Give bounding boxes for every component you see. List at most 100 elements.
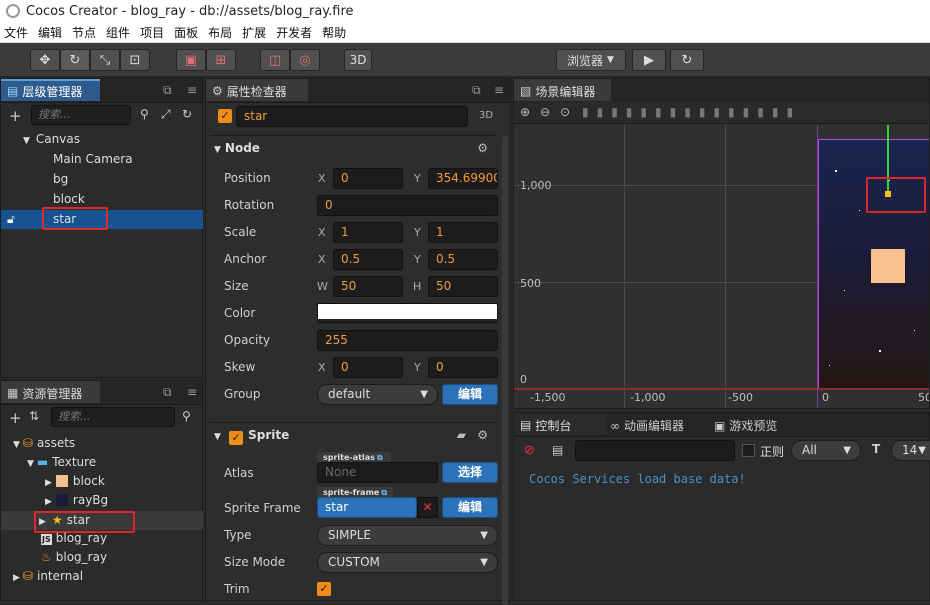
tab-hierarchy[interactable]: ▤ 层级管理器 <box>1 79 100 101</box>
menu-panel[interactable]: 面板 <box>174 24 198 41</box>
skew-x-input[interactable]: 0 <box>333 357 403 378</box>
menu-node[interactable]: 节点 <box>72 24 96 41</box>
panel-menu-icon[interactable]: ≡ <box>187 385 197 399</box>
inspector-scrollbar[interactable] <box>502 135 508 605</box>
refresh-icon[interactable]: ↻ <box>670 49 704 71</box>
menu-file[interactable]: 文件 <box>4 24 28 41</box>
panel-maximize-icon[interactable]: ⧉ <box>472 83 481 98</box>
trim-checkbox[interactable]: ✓ <box>317 582 331 596</box>
scene-viewport[interactable]: 1,000 500 0 -1,500 -1,000 -500 0 50 <box>514 125 929 408</box>
tab-game-preview[interactable]: ▣ 游戏预览 <box>714 415 777 437</box>
gear-icon[interactable]: ⚙ <box>477 423 488 447</box>
asset-blog-ray-scene[interactable]: ♨ blog_ray <box>41 548 107 567</box>
position-y-input[interactable]: 354.69900 <box>428 168 498 189</box>
tab-scene[interactable]: ▧ 场景编辑器 <box>514 79 611 101</box>
rotate-tool-icon[interactable]: ↻ <box>60 49 90 71</box>
rect-tool-icon[interactable]: ⊡ <box>120 49 150 71</box>
assets-search-input[interactable]: 搜索... <box>51 407 175 427</box>
book-icon[interactable]: ▰ <box>457 423 466 447</box>
block-sprite[interactable] <box>871 249 905 283</box>
search-icon[interactable]: ⚲ <box>140 107 149 121</box>
hierarchy-search-input[interactable]: 搜索... <box>31 105 131 125</box>
size-h-input[interactable]: 50 <box>428 276 498 297</box>
size-mode-select[interactable]: CUSTOM ▼ <box>317 552 498 573</box>
panel-maximize-icon[interactable]: ⧉ <box>163 385 172 400</box>
group-select[interactable]: default ▼ <box>317 384 438 405</box>
sprite-section-header[interactable]: ▼ ✓ Sprite ▰ ⚙ <box>210 422 496 446</box>
position-x-input[interactable]: 0 <box>333 168 403 189</box>
panel-menu-icon[interactable]: ≡ <box>187 83 197 97</box>
tree-item-main-camera[interactable]: Main Camera <box>53 150 133 169</box>
skew-y-input[interactable]: 0 <box>428 357 498 378</box>
external-link-icon[interactable]: ⧉ <box>381 488 387 497</box>
tab-console[interactable]: ▤ 控制台 <box>514 413 606 435</box>
zoom-in-icon[interactable]: ⊕ <box>520 105 530 119</box>
tree-item-bg[interactable]: bg <box>53 170 68 189</box>
toggle-3d-button[interactable]: 3D <box>344 49 372 71</box>
sprite-enabled-checkbox[interactable]: ✓ <box>229 431 244 445</box>
group-edit-button[interactable]: 编辑 <box>442 384 498 405</box>
refresh-icon[interactable]: ↻ <box>182 107 192 121</box>
type-select[interactable]: SIMPLE ▼ <box>317 525 498 546</box>
menu-edit[interactable]: 编辑 <box>38 24 62 41</box>
external-link-icon[interactable]: ⧉ <box>377 453 383 462</box>
asset-assets-folder[interactable]: ▼ ⛁ assets <box>13 434 75 453</box>
scale-x-input[interactable]: 1 <box>333 222 403 243</box>
clear-console-icon[interactable]: ⊘ <box>524 443 535 458</box>
node-name-input[interactable]: star <box>236 106 468 127</box>
sprite-frame-field[interactable]: star <box>317 497 417 518</box>
scale-y-input[interactable]: 1 <box>428 222 498 243</box>
menu-component[interactable]: 组件 <box>106 24 130 41</box>
sprite-frame-edit-button[interactable]: 编辑 <box>442 497 498 518</box>
tab-assets[interactable]: ▦ 资源管理器 <box>1 381 100 403</box>
sort-icon[interactable]: ⇅ <box>29 409 39 423</box>
asset-internal-folder[interactable]: ▶ ⛁ internal <box>13 567 83 586</box>
rotation-input[interactable]: 0 <box>317 195 498 216</box>
asset-raybg[interactable]: ▶ rayBg <box>45 491 108 510</box>
open-log-icon[interactable]: ▤ <box>552 443 563 457</box>
local-global-icon[interactable]: ⊞ <box>206 49 236 71</box>
pivot-icon[interactable]: ▣ <box>176 49 206 71</box>
anchor-x-input[interactable]: 0.5 <box>333 249 403 270</box>
asset-block[interactable]: ▶ block <box>45 472 105 491</box>
menu-project[interactable]: 项目 <box>140 24 164 41</box>
scale-tool-icon[interactable]: ⤡ <box>90 49 120 71</box>
log-level-select[interactable]: All ▼ <box>791 440 861 461</box>
zoom-out-icon[interactable]: ⊖ <box>540 105 550 119</box>
move-tool-icon[interactable]: ✥ <box>30 49 60 71</box>
unlock-icon[interactable]: 🔓︎ <box>7 210 15 229</box>
node-section-header[interactable]: ▼ Node ⚙ <box>210 135 496 159</box>
mode-3d-label[interactable]: 3D <box>479 110 493 121</box>
align-tools-icon[interactable]: ▮▮▮▮▮▮▮▮▮▮▮▮▮▮▮ <box>582 105 801 119</box>
play-icon[interactable]: ▶ <box>632 49 666 71</box>
add-node-icon[interactable]: + <box>9 107 22 125</box>
gizmo-icon[interactable]: ◎ <box>290 49 320 71</box>
atlas-asset-field[interactable]: None <box>317 462 438 483</box>
menu-help[interactable]: 帮助 <box>322 24 346 41</box>
node-active-checkbox[interactable]: ✓ <box>218 109 232 123</box>
menu-extension[interactable]: 扩展 <box>242 24 266 41</box>
anchor-y-input[interactable]: 0.5 <box>428 249 498 270</box>
clear-icon[interactable]: ✕ <box>417 497 438 518</box>
size-w-input[interactable]: 50 <box>333 276 403 297</box>
menu-developer[interactable]: 开发者 <box>276 24 312 41</box>
tab-inspector[interactable]: ⚙ 属性检查器 <box>206 79 308 101</box>
atlas-select-button[interactable]: 选择 <box>442 462 498 483</box>
opacity-input[interactable]: 255 <box>317 330 498 351</box>
tab-animation[interactable]: ∞ 动画编辑器 <box>610 415 684 437</box>
font-size-select[interactable]: 14 ▼ <box>891 440 930 461</box>
tree-item-canvas[interactable]: ▼ Canvas <box>23 130 80 149</box>
search-icon[interactable]: ⚲ <box>182 409 191 423</box>
asset-blog-ray-script[interactable]: JS blog_ray <box>41 529 107 548</box>
gear-icon[interactable]: ⚙ <box>477 136 488 160</box>
panel-maximize-icon[interactable]: ⧉ <box>163 83 172 98</box>
expand-icon[interactable]: ⤢ <box>161 107 171 122</box>
console-filter-input[interactable] <box>575 440 735 461</box>
zoom-fit-icon[interactable]: ⊙ <box>560 105 570 119</box>
color-swatch[interactable] <box>317 303 498 323</box>
snap-icon[interactable]: ◫ <box>260 49 290 71</box>
add-asset-icon[interactable]: + <box>9 409 22 427</box>
panel-menu-icon[interactable]: ≡ <box>494 83 504 97</box>
regex-checkbox[interactable] <box>742 444 755 457</box>
preview-platform-select[interactable]: 浏览器 ▼ <box>556 49 626 71</box>
